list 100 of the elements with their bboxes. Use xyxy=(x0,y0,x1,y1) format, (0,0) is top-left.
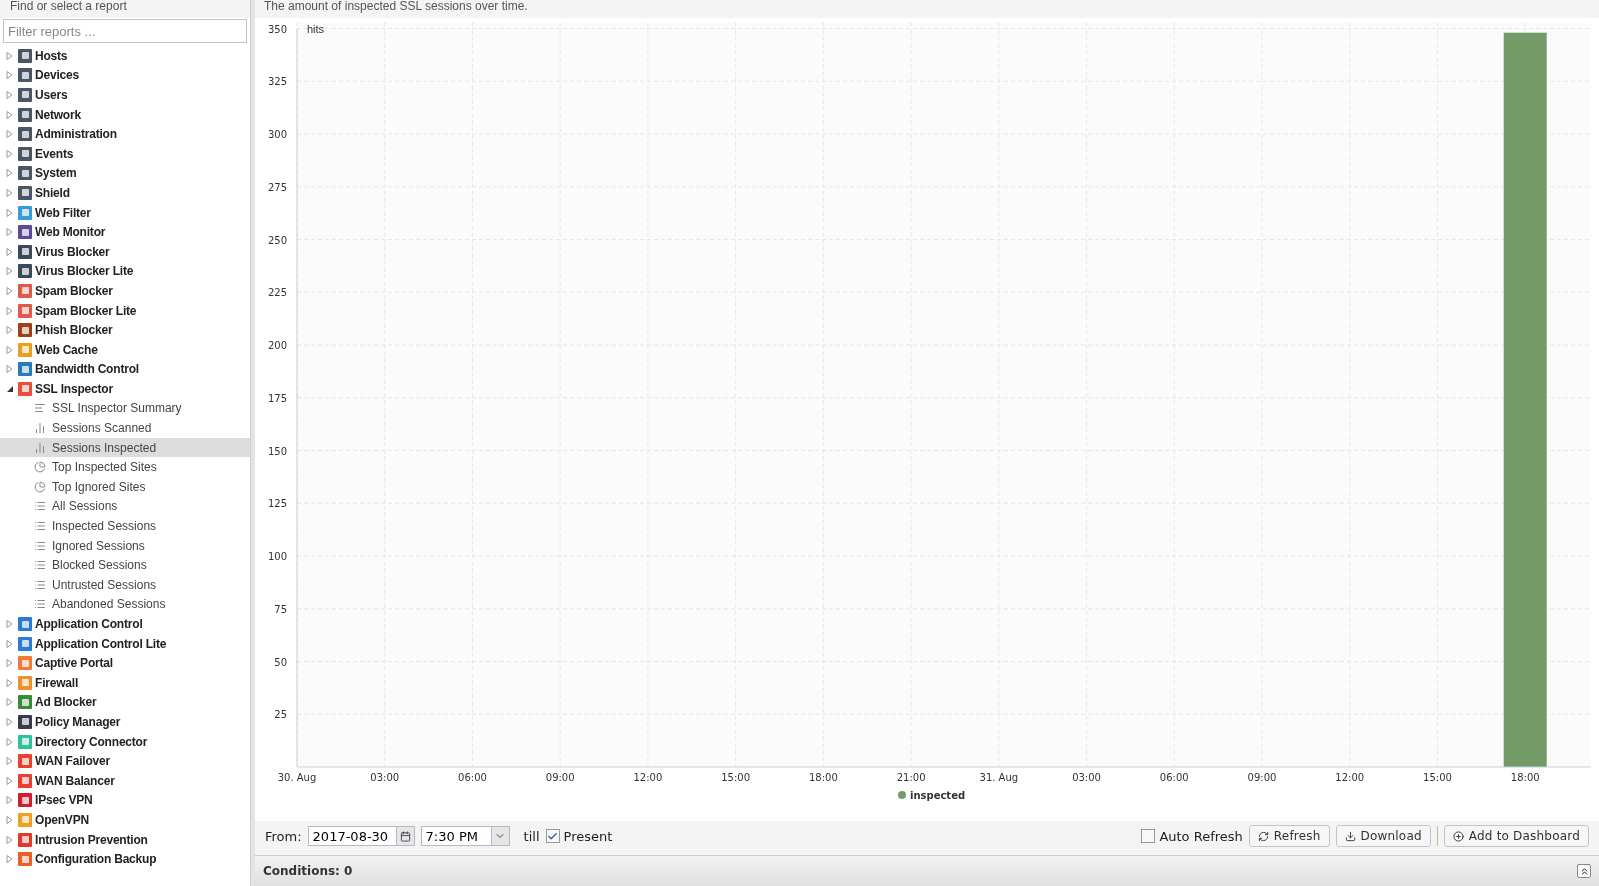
tree-item[interactable]: Sessions Inspected xyxy=(0,437,250,458)
tree-item[interactable]: Virus Blocker Lite xyxy=(0,261,250,282)
present-label: Present xyxy=(563,828,613,844)
tree-item[interactable]: WAN Balancer xyxy=(0,770,250,791)
x-tick-label: 30. Aug xyxy=(277,772,317,783)
tree-item[interactable]: Administration xyxy=(0,124,250,144)
expand-triangle-icon[interactable] xyxy=(6,208,13,217)
data-bar[interactable] xyxy=(1503,32,1547,767)
expand-triangle-icon[interactable] xyxy=(6,796,13,805)
expand-triangle-icon[interactable] xyxy=(6,267,13,276)
y-tick-label: 150 xyxy=(267,445,287,457)
time-field[interactable]: 7:30 PM xyxy=(420,826,491,846)
expand-triangle-icon[interactable] xyxy=(6,678,13,687)
till-label: till xyxy=(523,828,540,844)
expand-triangle-icon[interactable] xyxy=(6,835,13,844)
tree-item[interactable]: Blocked Sessions xyxy=(0,555,250,576)
expand-triangle-icon[interactable] xyxy=(6,815,13,824)
expand-triangle-icon[interactable] xyxy=(6,698,13,707)
tree-item[interactable]: IPsec VPN xyxy=(0,790,250,811)
tree-item[interactable]: Policy Manager xyxy=(0,712,250,732)
sidebar-title: Find or select a report xyxy=(0,0,250,18)
tree-item[interactable]: Sessions Scanned xyxy=(0,418,250,438)
tree-item[interactable]: Untrusted Sessions xyxy=(0,575,250,595)
expand-triangle-icon[interactable] xyxy=(6,91,13,99)
collapse-button[interactable] xyxy=(1577,864,1591,878)
expand-triangle-icon[interactable] xyxy=(6,776,13,785)
expand-triangle-icon[interactable] xyxy=(6,228,13,237)
x-tick-label: 15:00 xyxy=(1423,772,1452,783)
expand-triangle-icon[interactable] xyxy=(6,659,13,668)
tree-item[interactable]: Top Inspected Sites xyxy=(0,457,250,478)
tree-item[interactable]: Spam Blocker Lite xyxy=(0,300,250,321)
tree-item[interactable]: Phish Blocker xyxy=(0,320,250,340)
expand-triangle-icon[interactable] xyxy=(6,130,13,139)
tree-item[interactable]: Directory Connector xyxy=(0,731,250,752)
expand-triangle-icon[interactable] xyxy=(6,757,13,766)
expand-triangle-icon[interactable] xyxy=(6,620,13,628)
tree-item[interactable]: Firewall xyxy=(0,673,250,693)
expand-triangle-icon[interactable] xyxy=(6,71,13,80)
tree-item[interactable]: Hosts xyxy=(0,46,250,66)
calendar-icon xyxy=(399,830,411,842)
expand-triangle-icon[interactable] xyxy=(6,188,13,197)
tree-item[interactable]: SSL Inspector xyxy=(0,379,250,399)
expand-triangle-icon[interactable] xyxy=(6,639,13,648)
tree-item[interactable]: Network xyxy=(0,104,250,125)
expand-triangle-icon[interactable] xyxy=(6,326,13,335)
tree-item[interactable]: Ignored Sessions xyxy=(0,535,250,556)
tree-item[interactable]: Inspected Sessions xyxy=(0,516,250,536)
tree-item[interactable]: SSL Inspector Summary xyxy=(0,398,250,419)
tree-item[interactable]: Bandwidth Control xyxy=(0,359,250,380)
refresh-button[interactable]: Refresh xyxy=(1248,825,1330,847)
tree-item[interactable]: Shield xyxy=(0,183,250,203)
filter-field[interactable]: Filter reports ... xyxy=(3,19,247,43)
tree-item[interactable]: Intrusion Prevention xyxy=(0,829,250,850)
expand-triangle-icon[interactable] xyxy=(6,110,13,119)
expand-triangle-icon[interactable] xyxy=(6,149,13,158)
y-tick-label: 350 xyxy=(267,23,287,35)
tree-item[interactable]: Top Ignored Sites xyxy=(0,477,250,497)
report-description: The amount of inspected SSL sessions over time. xyxy=(263,0,529,15)
expand-triangle-icon[interactable] xyxy=(6,306,13,315)
x-tick-label: 12:00 xyxy=(1335,772,1365,783)
tree-item[interactable]: Virus Blocker xyxy=(0,241,250,262)
collapse-triangle-icon[interactable] xyxy=(6,384,13,393)
y-tick-label: 300 xyxy=(267,129,287,140)
tree-item[interactable]: OpenVPN xyxy=(0,810,250,830)
tree-item[interactable]: Spam Blocker xyxy=(0,281,250,301)
expand-triangle-icon[interactable] xyxy=(6,345,13,354)
tree-item[interactable]: Web Filter xyxy=(0,202,250,223)
download-icon xyxy=(1344,830,1356,842)
tree-item[interactable]: Events xyxy=(0,143,250,164)
tree-item[interactable]: All Sessions xyxy=(0,496,250,517)
tree-item[interactable]: Configuration Backup xyxy=(0,849,250,869)
tree-item[interactable]: Ad Blocker xyxy=(0,692,250,713)
expand-triangle-icon[interactable] xyxy=(6,365,13,374)
download-button[interactable]: Download xyxy=(1335,825,1431,847)
tree-item[interactable]: Application Control Lite xyxy=(0,633,250,654)
tree-item[interactable]: Web Monitor xyxy=(0,222,250,242)
expand-triangle-icon[interactable] xyxy=(6,855,13,864)
y-tick-label: 75 xyxy=(274,603,287,615)
auto-refresh-checkbox[interactable] xyxy=(1141,829,1156,843)
expand-triangle-icon[interactable] xyxy=(6,718,13,726)
y-tick-label: 25 xyxy=(274,709,287,721)
tree-item[interactable]: Users xyxy=(0,85,250,105)
expand-triangle-icon[interactable] xyxy=(6,169,13,178)
tree-item[interactable]: Application Control xyxy=(0,614,250,634)
y-tick-label: 175 xyxy=(267,392,287,404)
expand-triangle-icon[interactable] xyxy=(6,286,13,295)
tree-item[interactable]: Captive Portal xyxy=(0,653,250,673)
tree-item[interactable]: Web Cache xyxy=(0,339,250,360)
tree-item[interactable]: Devices xyxy=(0,65,250,86)
add-to-dashboard-button[interactable]: Add to Dashboard xyxy=(1443,825,1589,847)
legend-label[interactable]: inspected xyxy=(910,790,966,801)
x-tick-label: 06:00 xyxy=(458,772,487,783)
present-checkbox[interactable] xyxy=(545,829,560,843)
expand-triangle-icon[interactable] xyxy=(6,247,13,256)
date-field[interactable]: 2017-08-30 xyxy=(307,826,396,846)
expand-triangle-icon[interactable] xyxy=(6,737,13,746)
tree-item[interactable]: Abandoned Sessions xyxy=(0,594,250,615)
expand-triangle-icon[interactable] xyxy=(6,51,13,60)
tree-item[interactable]: System xyxy=(0,163,250,184)
tree-item[interactable]: WAN Failover xyxy=(0,751,250,771)
